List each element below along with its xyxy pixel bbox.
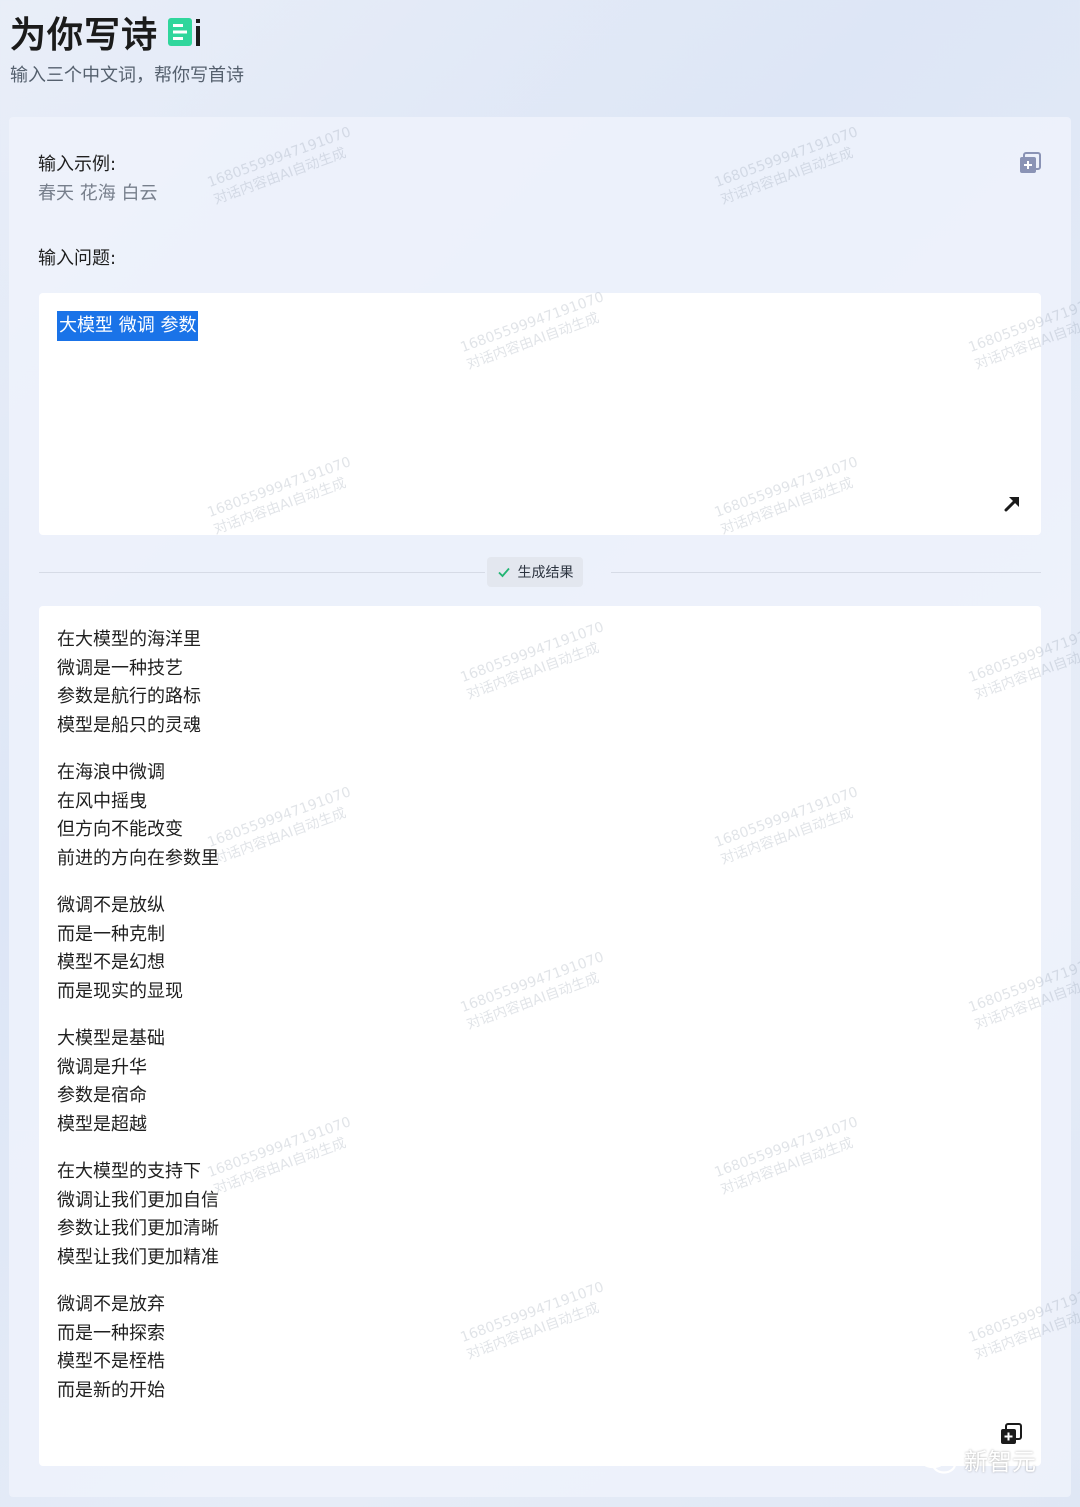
copy-plus-icon[interactable] [1017, 150, 1043, 176]
page-subtitle: 输入三个中文词，帮你写首诗 [10, 65, 244, 86]
wechat-icon [918, 1445, 957, 1474]
poem-line: 模型不是桎梏 [57, 1351, 165, 1372]
question-label: 输入问题: [38, 248, 117, 269]
question-input[interactable]: 大模型 微调 参数 [39, 293, 1041, 535]
divider-left [39, 572, 485, 573]
poem-line: 微调不是放纵 [57, 895, 165, 916]
poem-stanza: 大模型是基础 微调是升华参数是宿命模型是超越 [57, 1025, 219, 1139]
poem-line: 而是现实的显现 [57, 980, 183, 1002]
page-title: 为你写诗 [10, 15, 159, 56]
poem-line: 参数让我们更加清晰 [57, 1218, 219, 1239]
result-badge-label: 生成结果 [517, 565, 574, 581]
poem-line: 参数是航行的路标 [57, 686, 201, 707]
poem-line: 微调是一种技艺 [57, 657, 183, 679]
poem-stanza: 微调不是放纵 而是一种克制 模型不是幻想 而是现实的显现 [57, 892, 219, 1006]
poem-line: 在风中摇曳 [57, 790, 147, 812]
poem-line: 微调让我们更加自信 [57, 1189, 219, 1211]
divider-right [611, 572, 1041, 573]
result-output[interactable]: 在大模型的海洋里 微调是一种技艺 参数是航行的路标 模型是船只的灵魂 在海浪中微调 在风中… [39, 606, 1041, 1466]
poem-line: 而是一种克制 [57, 923, 165, 945]
poem-line: 在大模型的支持下 [57, 1161, 201, 1182]
poem-line: 而是一种探索 [57, 1322, 165, 1344]
footer-logo: 新智元 [918, 1442, 1036, 1477]
poem-stanza: 微调不是放弃 而是一种探索 模型不是桎梏 而是新的开始 [57, 1291, 219, 1405]
poem-line: 模型是超越 [57, 1113, 147, 1135]
poem-stanza: 在大模型的支持下 微调让我们更加自信 参数让我们更加清晰 模型让我们更加精准 [57, 1158, 219, 1272]
poem-line: 模型不是幻想 [57, 952, 165, 973]
poem-stanza: 在大模型的海洋里 微调是一种技艺 参数是航行的路标 模型是船只的灵魂 [57, 626, 219, 740]
check-icon [497, 565, 511, 579]
poem-line: 但方向不能改变 [57, 819, 183, 840]
example-value: 春天 花海 白云 [38, 183, 158, 204]
poem-line: 前进的方向在参数里 [57, 847, 219, 869]
footer-brand: 新智元 [964, 1448, 1036, 1476]
poem-line: 微调是升华 [57, 1056, 147, 1078]
poem-text: 在大模型的海洋里 微调是一种技艺 参数是航行的路标 模型是船只的灵魂 在海浪中微调 在风中… [57, 626, 219, 1424]
poem-line: 在海浪中微调 [57, 762, 165, 783]
result-badge: 生成结果 [487, 557, 583, 587]
poem-card: 输入示例: 春天 花海 白云 输入问题: 大模型 微调 参数 生成结果 在大模型… [9, 117, 1071, 1497]
page-header: 为你写诗 输入三个中文词，帮你写首诗 [0, 0, 1080, 118]
poem-line: 模型是船只的灵魂 [57, 714, 201, 736]
example-label: 输入示例: [38, 154, 117, 175]
poem-line: 参数是宿命 [57, 1085, 147, 1106]
expand-arrow-icon[interactable] [1001, 493, 1023, 515]
poem-line: 微调不是放弃 [57, 1294, 165, 1315]
poem-stanza: 在海浪中微调 在风中摇曳但方向不能改变前进的方向在参数里 [57, 759, 219, 873]
question-input-text[interactable]: 大模型 微调 参数 [57, 311, 199, 341]
poem-line: 模型让我们更加精准 [57, 1246, 219, 1268]
poem-line: 大模型是基础 [57, 1028, 165, 1049]
ai-brand-icon [168, 16, 206, 48]
title-row: 为你写诗 [10, 6, 206, 58]
poem-line: 而是新的开始 [57, 1379, 165, 1401]
poem-line: 在大模型的海洋里 [57, 629, 201, 650]
